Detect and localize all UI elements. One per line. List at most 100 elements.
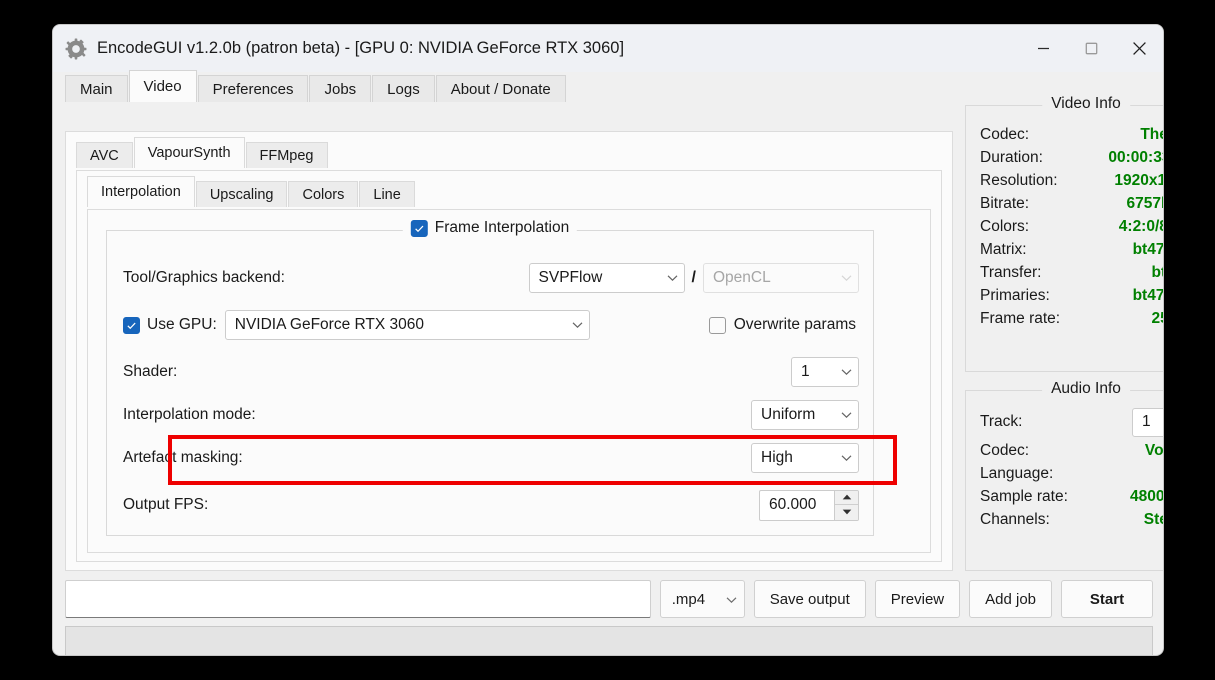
info-key: Colors: — [980, 217, 1030, 235]
checkmark-icon — [127, 322, 136, 329]
gpu-select[interactable]: NVIDIA GeForce RTX 3060 — [224, 310, 590, 340]
checkmark-icon — [415, 225, 424, 232]
info-key: Transfer: — [980, 263, 1042, 281]
frame-interpolation-checkbox[interactable] — [410, 219, 428, 237]
tab-label: About / Donate — [450, 80, 551, 98]
graphics-backend-select[interactable]: OpenCL — [703, 263, 859, 293]
interpolation-mode-label: Interpolation mode: — [123, 406, 256, 423]
subtab-line[interactable]: Line — [359, 181, 415, 207]
backend-select[interactable]: SVPFlow — [528, 263, 685, 293]
interpolation-mode-select[interactable]: Uniform — [751, 400, 859, 430]
stepper-down-button[interactable] — [835, 505, 858, 520]
start-button[interactable]: Start — [1061, 580, 1153, 618]
info-key: Sample rate: — [980, 487, 1068, 505]
tab-label: Logs — [387, 80, 420, 98]
tab-about-donate[interactable]: About / Donate — [435, 75, 566, 102]
info-row: Transfer: bt709 — [966, 261, 1164, 284]
subtab-interpolation[interactable]: Interpolation — [87, 176, 195, 207]
artefact-masking-row: Artefact masking: High — [123, 443, 859, 473]
shader-select[interactable]: 1 — [791, 357, 859, 387]
audio-info-rows: Track: 1 Codec: Vorbis Language: ? Sampl… — [966, 391, 1164, 531]
button-label: Save output — [769, 590, 850, 608]
save-output-button[interactable]: Save output — [753, 580, 866, 618]
preview-button[interactable]: Preview — [874, 580, 961, 618]
gpu-value: NVIDIA GeForce RTX 3060 — [234, 316, 425, 333]
interpolation-mode-value: Uniform — [761, 406, 816, 423]
subtab-label: Interpolation — [101, 184, 181, 200]
info-value: 48000Hz — [1129, 487, 1164, 505]
subtab-label: Upscaling — [209, 186, 274, 203]
subtab-label: VapourSynth — [147, 145, 231, 161]
tab-video[interactable]: Video — [128, 70, 197, 102]
minimize-button[interactable] — [1019, 25, 1067, 72]
info-value: bt709 — [1151, 263, 1164, 281]
close-button[interactable] — [1115, 25, 1163, 72]
backend-row: Tool/Graphics backend: SVPFlow / OpenCL — [123, 263, 859, 293]
stepper-up-button[interactable] — [835, 490, 858, 505]
title-bar: EncodeGUI v1.2.0b (patron beta) - [GPU 0… — [53, 25, 1163, 72]
tab-jobs[interactable]: Jobs — [309, 75, 372, 102]
tab-label: Video — [143, 78, 182, 95]
info-key: Resolution: — [980, 171, 1058, 189]
add-job-button[interactable]: Add job — [969, 580, 1052, 618]
output-fps-stepper[interactable]: 60.000 — [759, 489, 859, 521]
artefact-masking-select[interactable]: High — [751, 443, 859, 473]
subtab-label: Colors — [302, 186, 345, 203]
shader-row: Shader: 1 — [123, 357, 859, 387]
video-info-legend: Video Info — [1042, 95, 1130, 113]
info-key: Matrix: — [980, 240, 1027, 258]
chevron-down-icon — [841, 449, 852, 467]
maximize-icon — [1085, 42, 1097, 55]
backend-label: Tool/Graphics backend: — [123, 269, 285, 286]
subtab-avc[interactable]: AVC — [76, 142, 133, 168]
info-value: Vorbis — [1144, 441, 1164, 459]
tab-preferences[interactable]: Preferences — [197, 75, 309, 102]
output-toolbar: .mp4 Save output Preview Add job Start — [65, 580, 1153, 618]
use-gpu-checkbox[interactable] — [123, 316, 140, 334]
subtab-ffmpeg[interactable]: FFMpeg — [245, 142, 328, 168]
minimize-icon — [1037, 47, 1049, 50]
tab-label: Main — [80, 80, 113, 98]
overwrite-params-checkbox[interactable] — [708, 316, 726, 334]
info-value: 1920x1080 — [1114, 171, 1163, 189]
output-path-input[interactable] — [65, 580, 651, 618]
output-fps-label: Output FPS: — [123, 496, 209, 513]
button-label: Preview — [890, 590, 945, 608]
info-value: 4:2:0/8-bit — [1118, 217, 1163, 235]
subtab-label: Line — [373, 186, 401, 203]
graphics-backend-value: OpenCL — [713, 269, 771, 286]
close-icon — [1132, 42, 1146, 55]
gear-icon — [65, 38, 87, 60]
tab-main[interactable]: Main — [65, 75, 128, 102]
info-value: bt470bg — [1132, 240, 1164, 258]
chevron-down-icon — [841, 363, 852, 381]
triangle-down-icon — [842, 509, 851, 515]
overwrite-params-label: Overwrite params — [733, 316, 856, 333]
vapoursynth-panel: Interpolation Upscaling Colors Line Fram… — [76, 170, 942, 562]
info-key: Bitrate: — [980, 194, 1030, 212]
shader-label: Shader: — [123, 363, 178, 380]
info-value: 6757kb/s — [1126, 194, 1164, 212]
audio-info-panel: Audio Info Track: 1 Codec: Vorbis Langua… — [965, 380, 1164, 571]
subtab-upscaling[interactable]: Upscaling — [195, 181, 288, 207]
extension-select[interactable]: .mp4 — [659, 580, 745, 618]
vapoursynth-tab-strip: Interpolation Upscaling Colors Line — [87, 175, 416, 207]
subtab-colors[interactable]: Colors — [288, 181, 359, 207]
info-row: Codec: Vorbis — [966, 439, 1164, 462]
info-row: Matrix: bt470bg — [966, 238, 1164, 261]
audio-track-select[interactable]: 1 — [1132, 407, 1163, 437]
subtab-vapoursynth[interactable]: VapourSynth — [133, 137, 245, 168]
status-progress-bar — [65, 626, 1153, 655]
application-window: EncodeGUI v1.2.0b (patron beta) - [GPU 0… — [52, 24, 1164, 656]
encoder-tab-strip: AVC VapourSynth FFMpeg — [76, 136, 329, 168]
tab-logs[interactable]: Logs — [372, 75, 435, 102]
maximize-button[interactable] — [1067, 25, 1115, 72]
window-controls — [1019, 25, 1163, 72]
info-key: Language: — [980, 464, 1054, 482]
audio-track-row: Track: 1 — [966, 405, 1163, 439]
chevron-down-icon — [726, 591, 737, 608]
info-key: Duration: — [980, 148, 1043, 166]
chevron-down-icon — [667, 269, 678, 287]
button-label: Start — [1089, 590, 1125, 608]
info-value: Theora — [1140, 125, 1163, 143]
